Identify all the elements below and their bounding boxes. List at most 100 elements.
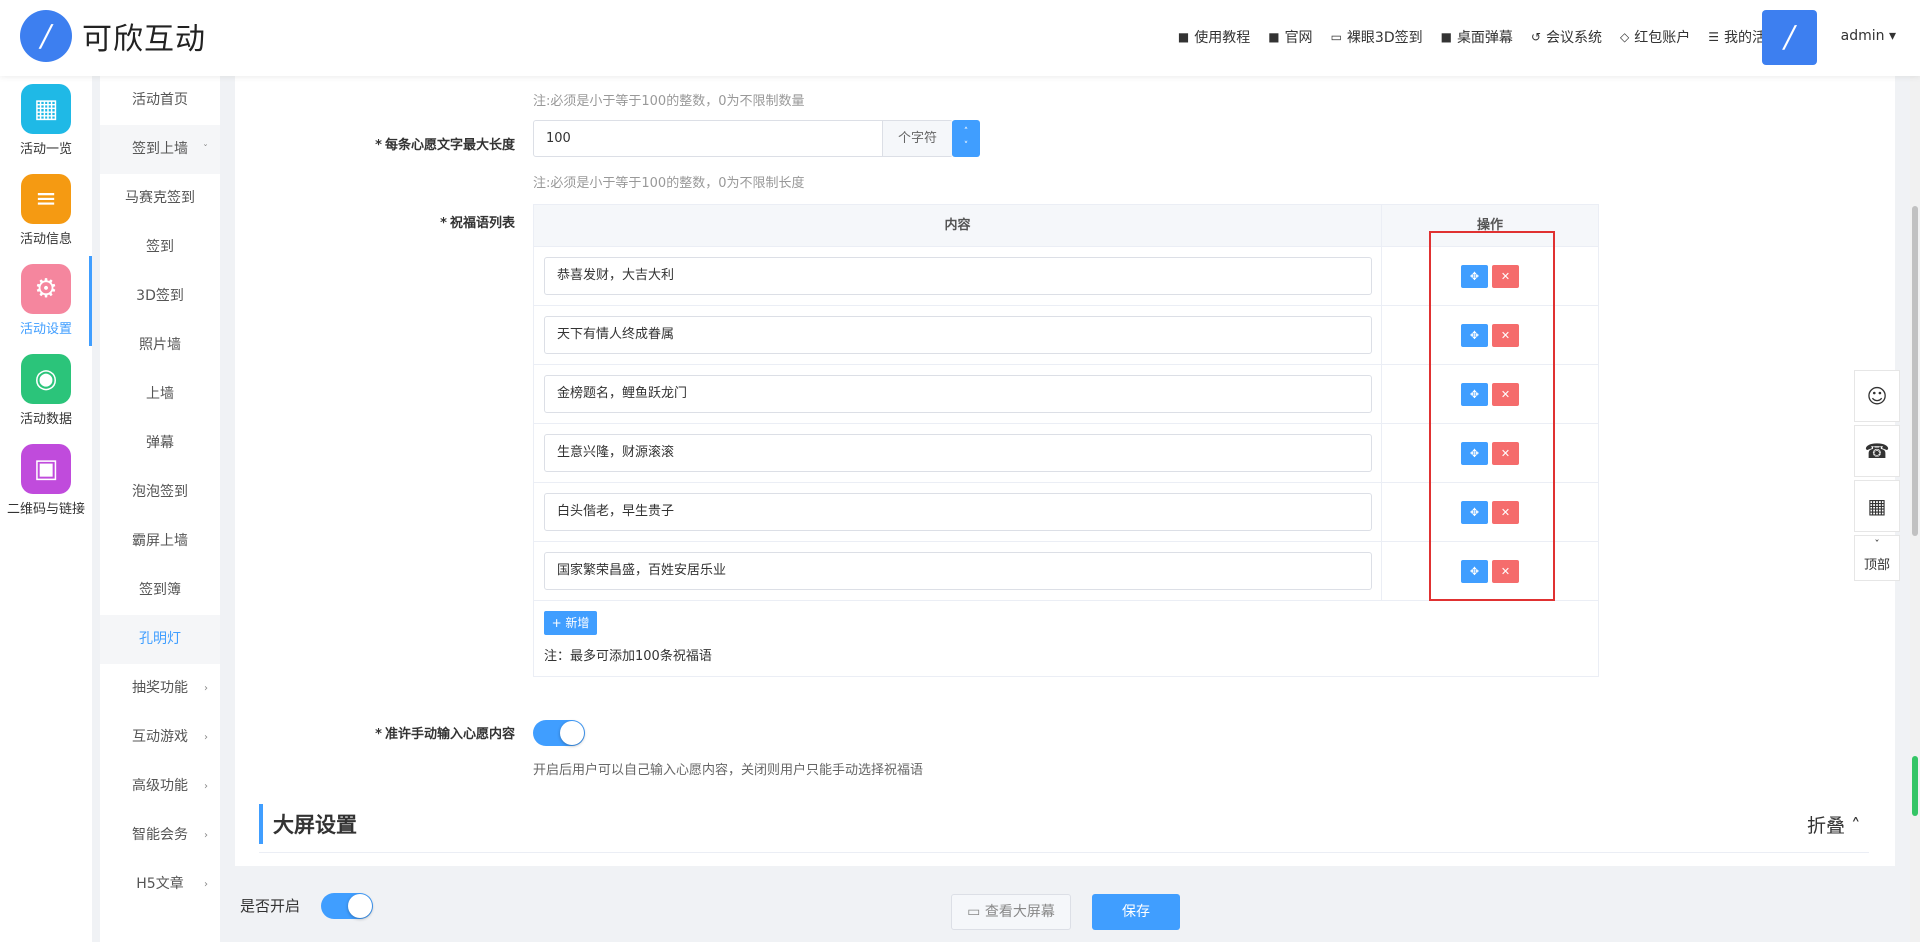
enable-toggle[interactable] — [321, 893, 373, 919]
submenu-item[interactable]: 泡泡签到 — [100, 468, 220, 517]
sidebar-item[interactable]: ▦ 活动一览 — [0, 76, 92, 166]
section-title: 大屏设置 — [273, 813, 357, 837]
qrcode-icon: ▦ — [1867, 494, 1887, 518]
top-nav-item[interactable]: ◇ 红包账户 — [1620, 27, 1690, 47]
back-to-top-label: 顶部 — [1863, 558, 1890, 573]
sidebar-item[interactable]: ◉ 活动数据 — [0, 346, 92, 436]
top-nav-item[interactable]: ■ 桌面弹幕 — [1441, 27, 1513, 47]
top-nav-label: 裸眼3D签到 — [1346, 30, 1423, 46]
monitor-icon: ▭ — [1330, 30, 1342, 44]
submenu-item[interactable]: 孔明灯 — [100, 615, 220, 664]
submenu-item-label: 孔明灯 — [139, 631, 181, 647]
submenu-item[interactable]: 签到上墙 ˇ — [100, 125, 220, 174]
save-button[interactable]: 保存 — [1092, 894, 1180, 930]
admin-menu[interactable]: admin ▾ — [1841, 28, 1896, 44]
sidebar-item-label: 活动设置 — [19, 322, 72, 337]
content-cell: 白头偕老，早生贵子 — [534, 482, 1382, 542]
blessing-input[interactable]: 生意兴隆，财源滚滚 — [544, 434, 1372, 472]
submenu-item-label: 3D签到 — [136, 288, 184, 304]
submenu-item-label: 霸屏上墙 — [132, 533, 188, 549]
manual-input-toggle[interactable] — [533, 720, 585, 746]
chevron-up-icon[interactable]: ˄ — [964, 125, 969, 139]
sidebar-item-label: 活动数据 — [19, 412, 72, 427]
max-length-value[interactable]: 100 — [534, 121, 882, 156]
back-to-top-button[interactable]: ˇ 顶部 — [1854, 535, 1900, 581]
content-cell: 恭喜发财，大吉大利 — [534, 246, 1382, 306]
count-note: 注:必须是小于等于100的整数，0为不限制数量 — [533, 94, 805, 109]
secondary-sidebar: 活动首页签到上墙 ˇ 马赛克签到签到 3D签到照片墙 上墙 弹幕泡泡签到霸屏上墙签到簿孔明… — [100, 76, 220, 942]
length-note: 注:必须是小于等于100的整数，0为不限制长度 — [533, 176, 805, 191]
submenu-item[interactable]: 抽奖功能 › — [100, 664, 220, 713]
diamond-icon: ◇ — [1620, 30, 1630, 44]
max-length-stepper[interactable]: ˄ ˅ — [952, 120, 980, 157]
document-icon: ■ — [1440, 30, 1452, 44]
brand-name: 可欣互动 — [82, 22, 206, 57]
bottom-bar: 是否开启 ▭ 查看大屏幕 保存 — [235, 866, 1895, 942]
submenu-item[interactable]: 签到 — [100, 223, 220, 272]
blessing-input[interactable]: 金榜题名，鲤鱼跃龙门 — [544, 375, 1372, 413]
fold-button[interactable]: 折叠 ˄ — [1807, 811, 1861, 838]
scrollbar-thumb[interactable] — [1912, 206, 1918, 536]
max-length-unit: 个字符 — [882, 121, 952, 156]
submenu-item[interactable]: 活动首页 — [100, 76, 220, 125]
document-icon: ≡ — [21, 174, 71, 224]
submenu-item-label: 泡泡签到 — [132, 484, 188, 500]
top-nav: ■ 使用教程 ■ 官网 ▭ 裸眼3D签到 ■ 桌面弹幕 ↺ 会议系统 ◇ 红包账户 ☰ 我的活动 — [1178, 27, 1780, 47]
col-content: 内容 — [534, 205, 1382, 246]
chevron-down-icon[interactable]: ˅ — [964, 139, 969, 153]
chevron-icon: › — [204, 830, 208, 841]
section-divider — [259, 852, 1869, 853]
content-cell: 生意兴隆，财源滚滚 — [534, 423, 1382, 483]
submenu-item-label: 马赛克签到 — [125, 190, 195, 206]
submenu-item-label: 高级功能 — [132, 778, 188, 794]
top-nav-item[interactable]: ■ 使用教程 — [1178, 27, 1250, 47]
qrcode-button[interactable]: ▦ — [1854, 480, 1900, 532]
sidebar-item[interactable]: ≡ 活动信息 — [0, 166, 92, 256]
top-nav-label: 官网 — [1284, 30, 1313, 46]
qrcode-icon: ▣ — [21, 444, 71, 494]
phone-contact-button[interactable]: ☎ — [1854, 425, 1900, 477]
submenu-item[interactable]: 智能会务 › — [100, 811, 220, 860]
top-nav-label: 会议系统 — [1546, 30, 1602, 46]
content-cell: 国家繁荣昌盛，百姓安居乐业 — [534, 541, 1382, 601]
sidebar-item[interactable]: ▣ 二维码与链接 — [0, 436, 92, 526]
blessing-input[interactable]: 白头偕老，早生贵子 — [544, 493, 1372, 531]
sidebar-item-label: 活动信息 — [19, 232, 72, 247]
blessing-input[interactable]: 恭喜发财，大吉大利 — [544, 257, 1372, 295]
view-big-screen-button[interactable]: ▭ 查看大屏幕 — [951, 894, 1071, 930]
page-scrollbar[interactable] — [1910, 76, 1920, 942]
sidebar-item[interactable]: ⚙ 活动设置 — [0, 256, 92, 346]
chevron-icon: › — [204, 683, 208, 694]
blessing-input[interactable]: 天下有情人终成眷属 — [544, 316, 1372, 354]
submenu-item[interactable]: 照片墙 — [100, 321, 220, 370]
qq-contact-button[interactable]: ☺ — [1854, 370, 1900, 422]
submenu-item[interactable]: 签到簿 — [100, 566, 220, 615]
enable-label: 是否开启 — [240, 897, 301, 915]
submenu-item[interactable]: 3D签到 — [100, 272, 220, 321]
submenu-item[interactable]: H5文章 › — [100, 860, 220, 909]
top-nav-item[interactable]: ■ 官网 — [1268, 27, 1312, 47]
toggle-knob — [348, 894, 372, 918]
add-blessing-button[interactable]: + 新增 — [544, 611, 597, 635]
grid-icon: ▦ — [21, 84, 71, 134]
chevron-icon: › — [204, 732, 208, 743]
submenu-item[interactable]: 互动游戏 › — [100, 713, 220, 762]
list-icon: ☰ — [1708, 30, 1719, 44]
submenu-item-label: 活动首页 — [132, 92, 188, 108]
top-nav-item[interactable]: ▭ 裸眼3D签到 — [1331, 27, 1423, 47]
submenu-item[interactable]: 弹幕 — [100, 419, 220, 468]
blessing-input[interactable]: 国家繁荣昌盛，百姓安居乐业 — [544, 552, 1372, 590]
top-nav-item[interactable]: ↺ 会议系统 — [1531, 27, 1602, 47]
submenu-item[interactable]: 霸屏上墙 — [100, 517, 220, 566]
logo[interactable]: ∕ 可欣互动 — [20, 10, 206, 62]
submenu-item[interactable]: 马赛克签到 — [100, 174, 220, 223]
max-length-input[interactable]: 100 个字符 ˄ ˅ — [533, 120, 980, 157]
submenu-item-label: 签到上墙 — [132, 141, 188, 157]
submenu-item[interactable]: 上墙 — [100, 370, 220, 419]
top-nav-label: 使用教程 — [1194, 30, 1251, 46]
sidebar-item-label: 二维码与链接 — [6, 502, 85, 517]
submenu-item[interactable]: 高级功能 › — [100, 762, 220, 811]
submenu-item-label: 签到 — [146, 239, 174, 255]
gear-icon: ⚙ — [21, 264, 71, 314]
admin-avatar[interactable]: ∕ — [1762, 10, 1817, 65]
